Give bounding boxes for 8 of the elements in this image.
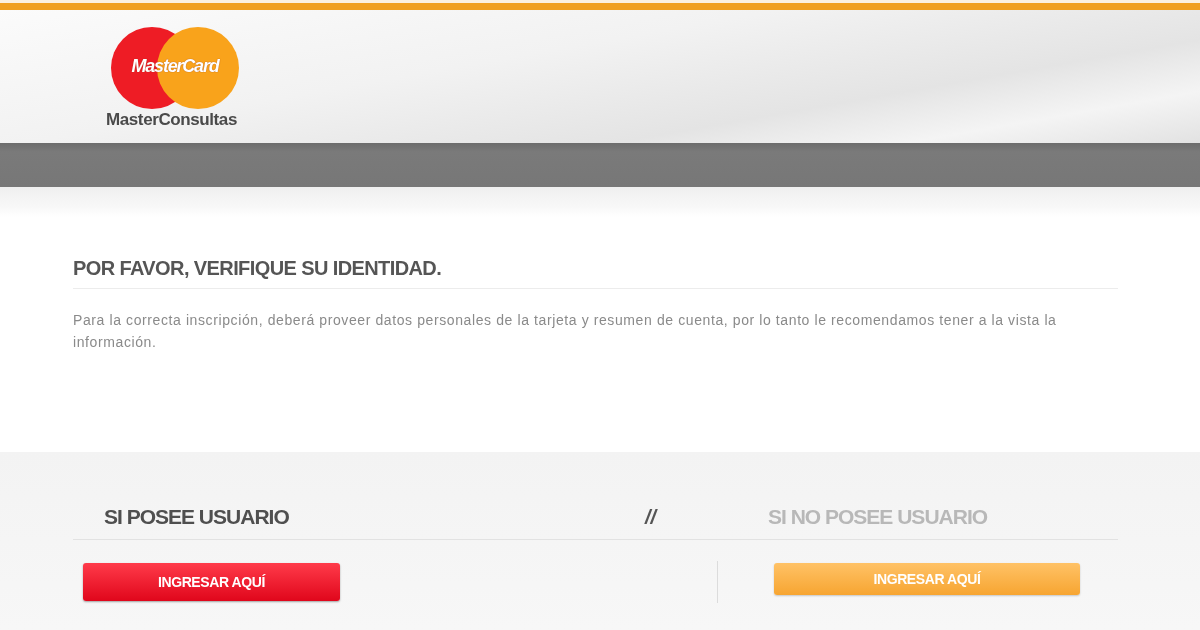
separator-text: //: [645, 505, 657, 529]
page-title: POR FAVOR, VERIFIQUE SU IDENTIDAD.: [73, 254, 1118, 289]
logo-circles-icon: [110, 26, 240, 110]
option-heading: SI POSEE USUARIO: [103, 504, 289, 530]
intro-text: Para la correcta inscripción, deberá proveer datos personales de la tarjeta y resumen de cuenta, por lo tanto le recomendamos tener a la vista la información.: [73, 311, 1058, 352]
logo-caption: MasterConsultas: [106, 110, 237, 129]
login-button[interactable]: INGRESAR AQUÍ: [83, 563, 340, 601]
option-heading: SI NO POSEE USUARIO: [768, 504, 988, 530]
